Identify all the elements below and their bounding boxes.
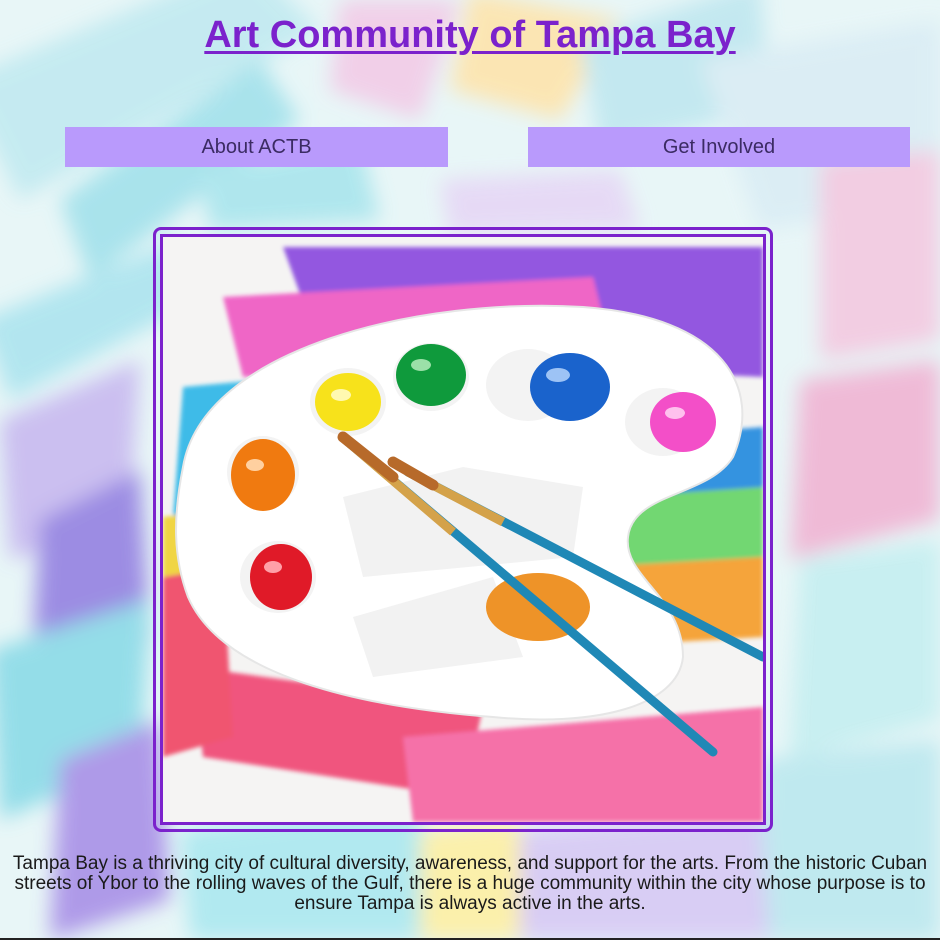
page-title-link[interactable]: Art Community of Tampa Bay: [204, 14, 735, 56]
paint-palette-image: [160, 234, 766, 825]
about-actb-button[interactable]: About ACTB: [65, 127, 448, 167]
page-title-container: Art Community of Tampa Bay: [0, 14, 940, 57]
community-description: Tampa Bay is a thriving city of cultural…: [12, 853, 928, 914]
get-involved-button[interactable]: Get Involved: [528, 127, 910, 167]
image-frame: [153, 227, 773, 832]
